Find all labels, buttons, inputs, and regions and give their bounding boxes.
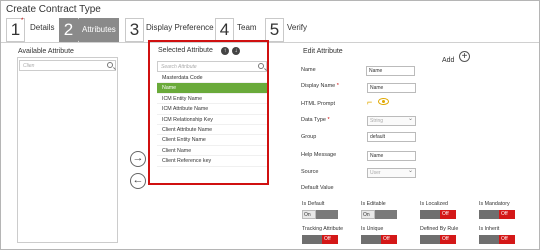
step-3-label[interactable]: Display Preference: [146, 23, 214, 32]
move-down-icon[interactable]: ↓: [232, 47, 240, 55]
is-editable-label: Is Editable: [361, 201, 386, 207]
search-icon[interactable]: [258, 63, 264, 69]
is-inherit-toggle[interactable]: Off: [479, 235, 515, 244]
step-1-label[interactable]: Details: [30, 23, 54, 32]
step-2-label[interactable]: Attributes: [79, 18, 119, 42]
available-attribute-list[interactable]: Clien: [17, 57, 118, 243]
wizard-steps: 1 * Details 2 Attributes 3 Display Prefe…: [1, 18, 539, 42]
step-4-label[interactable]: Team: [237, 23, 257, 32]
steps-divider: [1, 42, 539, 43]
available-attribute-title: Available Attribute: [18, 48, 74, 55]
eye-icon[interactable]: [378, 98, 389, 105]
list-item[interactable]: ICM Entity Name: [157, 94, 267, 105]
name-label: Name: [301, 67, 316, 73]
add-icon[interactable]: +: [459, 51, 470, 62]
tracking-attribute-label: Tracking Attribute: [302, 226, 344, 232]
step-5-number[interactable]: 5: [265, 18, 292, 42]
is-inherit-label: Is Inherit: [479, 226, 500, 232]
step-4-number[interactable]: 4: [215, 18, 242, 42]
required-marker: *: [21, 18, 24, 24]
group-field[interactable]: default: [367, 132, 416, 142]
toggle-state: Off: [499, 235, 515, 244]
list-item[interactable]: Client Reference key: [157, 156, 267, 167]
move-up-icon[interactable]: ↑: [221, 47, 229, 55]
selected-search-input[interactable]: Search Attribute: [157, 61, 267, 72]
step-5-label[interactable]: Verify: [287, 23, 307, 32]
source-select[interactable]: User: [367, 167, 416, 178]
selected-attribute-list: Masterdata Code Name ICM Entity Name ICM…: [157, 73, 267, 167]
move-right-button[interactable]: →: [130, 151, 146, 167]
selected-attribute-panel: Selected Attribute ↑ ↓ Search Attribute …: [148, 40, 269, 185]
toggle-state: Off: [440, 235, 456, 244]
group-label: Group: [301, 134, 317, 140]
list-item-selected[interactable]: Name: [157, 83, 267, 94]
toggle-state: Off: [322, 235, 338, 244]
toggle-state: On: [361, 210, 375, 219]
is-editable-toggle[interactable]: On: [361, 210, 397, 219]
list-item[interactable]: Masterdata Code: [157, 73, 267, 84]
display-name-label: Display Name *: [301, 83, 339, 89]
is-unique-label: Is Unique: [361, 226, 384, 232]
toggle-state: Off: [381, 235, 397, 244]
toggle-state: On: [302, 210, 316, 219]
step-3-number[interactable]: 3: [125, 18, 152, 42]
edit-attribute-title: Edit Attribute: [303, 48, 343, 55]
is-mandatory-toggle[interactable]: Off: [479, 210, 515, 219]
window: Create Contract Type 1 * Details 2 Attri…: [0, 0, 540, 250]
move-left-button[interactable]: ←: [130, 173, 146, 189]
list-item[interactable]: Client Entity Name: [157, 135, 267, 146]
name-field[interactable]: Name: [366, 66, 415, 76]
display-name-field[interactable]: Name: [367, 83, 416, 93]
list-item[interactable]: ICM Relationship Key: [157, 115, 267, 125]
available-search-input[interactable]: Clien: [19, 60, 116, 71]
default-value-label: Default Value: [301, 185, 334, 191]
list-item[interactable]: ICM Attribute Name: [157, 104, 267, 115]
search-icon[interactable]: [107, 62, 113, 68]
tracking-attribute-toggle[interactable]: Off: [302, 235, 338, 244]
help-message-label: Help Message: [301, 152, 337, 158]
is-localized-label: Is Localized: [420, 201, 448, 207]
is-default-toggle[interactable]: On: [302, 210, 338, 219]
defined-by-rule-toggle[interactable]: Off: [420, 235, 456, 244]
is-unique-toggle[interactable]: Off: [361, 235, 397, 244]
defined-by-rule-label: Defined By Rule: [420, 226, 459, 232]
source-label: Source: [301, 169, 319, 175]
step-2-number[interactable]: 2: [59, 18, 86, 42]
toggle-state: Off: [440, 210, 456, 219]
html-prompt-label: HTML Prompt: [301, 101, 336, 107]
help-message-field[interactable]: Name: [367, 151, 416, 161]
add-label[interactable]: Add: [442, 57, 454, 64]
edit-prompt-icon[interactable]: ⌐: [367, 97, 372, 107]
toggle-state: Off: [499, 210, 515, 219]
is-mandatory-label: Is Mandatory: [479, 201, 510, 207]
is-default-label: Is Default: [302, 201, 325, 207]
data-type-label: Data Type *: [301, 117, 330, 123]
data-type-select[interactable]: String: [367, 115, 416, 126]
window-title: Create Contract Type: [6, 4, 101, 15]
list-item[interactable]: Client Name: [157, 146, 267, 157]
selected-attribute-title: Selected Attribute: [158, 47, 213, 54]
list-item[interactable]: Client Attribute Name: [157, 125, 267, 136]
is-localized-toggle[interactable]: Off: [420, 210, 456, 219]
